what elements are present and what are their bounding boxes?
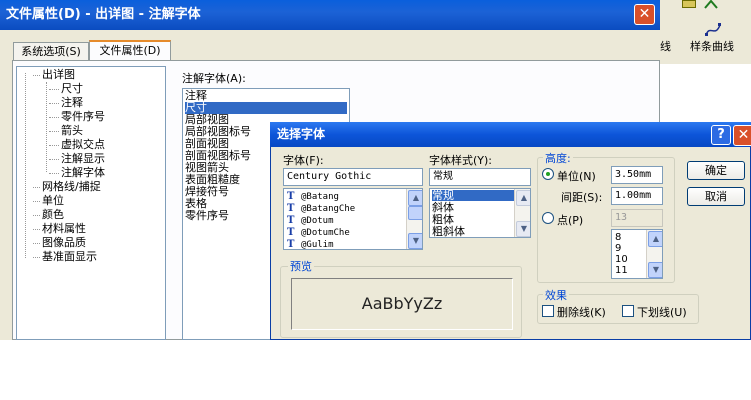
tree-item-balloons[interactable]: 零件序号	[49, 110, 105, 124]
spacing-input[interactable]: 1.00mm	[611, 187, 663, 205]
font-style-list[interactable]: 常规 斜体 粗体 粗斜体 ▲ ▼	[429, 188, 531, 238]
preview-sample-text: AaBbYyZz	[361, 294, 443, 313]
tree-item-arrows[interactable]: 箭头	[49, 124, 83, 138]
font-list-item[interactable]: T @DotumChe	[287, 227, 350, 239]
cancel-button[interactable]: 取消	[687, 187, 745, 206]
annotation-font-label: 注解字体(A):	[182, 72, 246, 85]
scroll-down-icon[interactable]: ▼	[516, 221, 530, 237]
unit-radio[interactable]	[542, 168, 554, 180]
scroll-up-icon[interactable]: ▲	[516, 190, 530, 206]
font-style-item[interactable]: 斜体	[432, 202, 518, 213]
toolbar-spline-label[interactable]: 样条曲线	[690, 38, 734, 54]
point-size-item[interactable]: 10	[615, 254, 628, 265]
truetype-icon: T	[287, 227, 295, 238]
truetype-icon: T	[287, 239, 295, 250]
point-size-item[interactable]: 8	[615, 232, 621, 243]
close-icon: ✕	[737, 127, 750, 143]
point-size-scrollbar[interactable]: ▲ ▼	[646, 230, 662, 278]
point-size-item[interactable]: 9	[615, 243, 621, 254]
font-style-item[interactable]: 粗体	[432, 214, 518, 225]
unit-label[interactable]: 单位(N)	[557, 168, 596, 184]
font-style-label: 字体样式(Y):	[429, 154, 493, 167]
font-list-item[interactable]: T @BatangChe	[287, 203, 355, 215]
font-list[interactable]: T @Batang T @BatangChe T @Dotum T @DotumChe …	[283, 188, 423, 250]
font-list-item[interactable]: T @Batang	[287, 191, 339, 203]
scroll-thumb[interactable]	[408, 206, 422, 220]
scroll-up-icon[interactable]: ▲	[408, 190, 422, 206]
preview-label: 预览	[288, 258, 314, 274]
window-title: 文件属性(D) - 出详图 - 注解字体	[0, 0, 660, 30]
ok-button[interactable]: 确定	[687, 161, 745, 180]
tree-connector	[25, 73, 26, 258]
spline-icon	[705, 23, 721, 36]
tree-item-annotation-display[interactable]: 注解显示	[49, 152, 105, 166]
point-radio[interactable]	[542, 212, 554, 224]
scroll-down-icon[interactable]: ▼	[648, 262, 662, 278]
underline-checkbox[interactable]	[622, 305, 634, 317]
dialog-close-button[interactable]: ✕	[733, 125, 751, 146]
font-name-input[interactable]: Century Gothic	[283, 168, 423, 186]
truetype-icon: T	[287, 203, 295, 214]
annotation-item-note[interactable]: 注释	[185, 90, 347, 102]
point-size-input[interactable]: 13	[611, 209, 663, 227]
toolbar-tool-icon[interactable]	[682, 0, 696, 8]
tree-item-virtual-sharps[interactable]: 虚拟交点	[49, 138, 105, 152]
smart-dimension-icon[interactable]	[703, 0, 719, 9]
scroll-up-icon[interactable]: ▲	[648, 231, 662, 247]
tree-item-plane-display[interactable]: 基准面显示	[33, 250, 97, 264]
tree-item-image-quality[interactable]: 图像品质	[33, 236, 86, 250]
dialog-title: 选择字体	[270, 122, 751, 147]
effects-group-label: 效果	[543, 287, 569, 303]
font-style-input[interactable]: 常规	[429, 168, 531, 186]
font-label: 字体(F):	[283, 154, 324, 167]
help-button[interactable]: ?	[711, 125, 731, 145]
height-group-label: 高度:	[543, 150, 573, 166]
font-list-item[interactable]: T @Gulim	[287, 239, 334, 250]
tree-item-dimensions[interactable]: 尺寸	[49, 82, 83, 96]
underline-label[interactable]: 下划线(U)	[637, 304, 687, 320]
unit-height-input[interactable]: 3.50mm	[611, 166, 663, 184]
close-button[interactable]: ✕	[634, 4, 655, 25]
tree-item-colors[interactable]: 颜色	[33, 208, 64, 222]
tree-item-notes[interactable]: 注释	[49, 96, 83, 110]
toolbar-line-label[interactable]: 线	[660, 38, 671, 54]
properties-tree	[16, 66, 166, 340]
font-list-item[interactable]: T @Dotum	[287, 215, 334, 227]
tree-item-annotation-font[interactable]: 注解字体	[49, 166, 105, 180]
truetype-icon: T	[287, 191, 295, 202]
tree-item-detailing[interactable]: 出详图	[33, 68, 75, 82]
point-size-item[interactable]: 11	[615, 265, 628, 276]
font-style-item[interactable]: 粗斜体	[432, 226, 518, 237]
tree-item-units[interactable]: 单位	[33, 194, 64, 208]
tree-item-material-properties[interactable]: 材料属性	[33, 222, 86, 236]
scroll-down-icon[interactable]: ▼	[408, 233, 422, 249]
font-style-scrollbar[interactable]: ▲ ▼	[514, 189, 530, 237]
truetype-icon: T	[287, 215, 295, 226]
point-size-list[interactable]: 8 9 10 11 ▲ ▼	[611, 229, 663, 279]
point-label[interactable]: 点(P)	[557, 212, 583, 228]
tab-system-options[interactable]: 系统选项(S)	[13, 42, 89, 60]
font-style-item[interactable]: 常规	[432, 190, 518, 201]
strikeout-label[interactable]: 删除线(K)	[557, 304, 606, 320]
tree-item-grid-snap[interactable]: 网格线/捕捉	[33, 180, 101, 194]
font-list-scrollbar[interactable]: ▲ ▼	[406, 189, 422, 249]
close-icon: ✕	[638, 6, 651, 22]
tree-connector	[46, 82, 47, 172]
spacing-label: 间距(S):	[561, 191, 603, 204]
strikeout-checkbox[interactable]	[542, 305, 554, 317]
tab-document-properties[interactable]: 文件属性(D)	[89, 40, 171, 60]
